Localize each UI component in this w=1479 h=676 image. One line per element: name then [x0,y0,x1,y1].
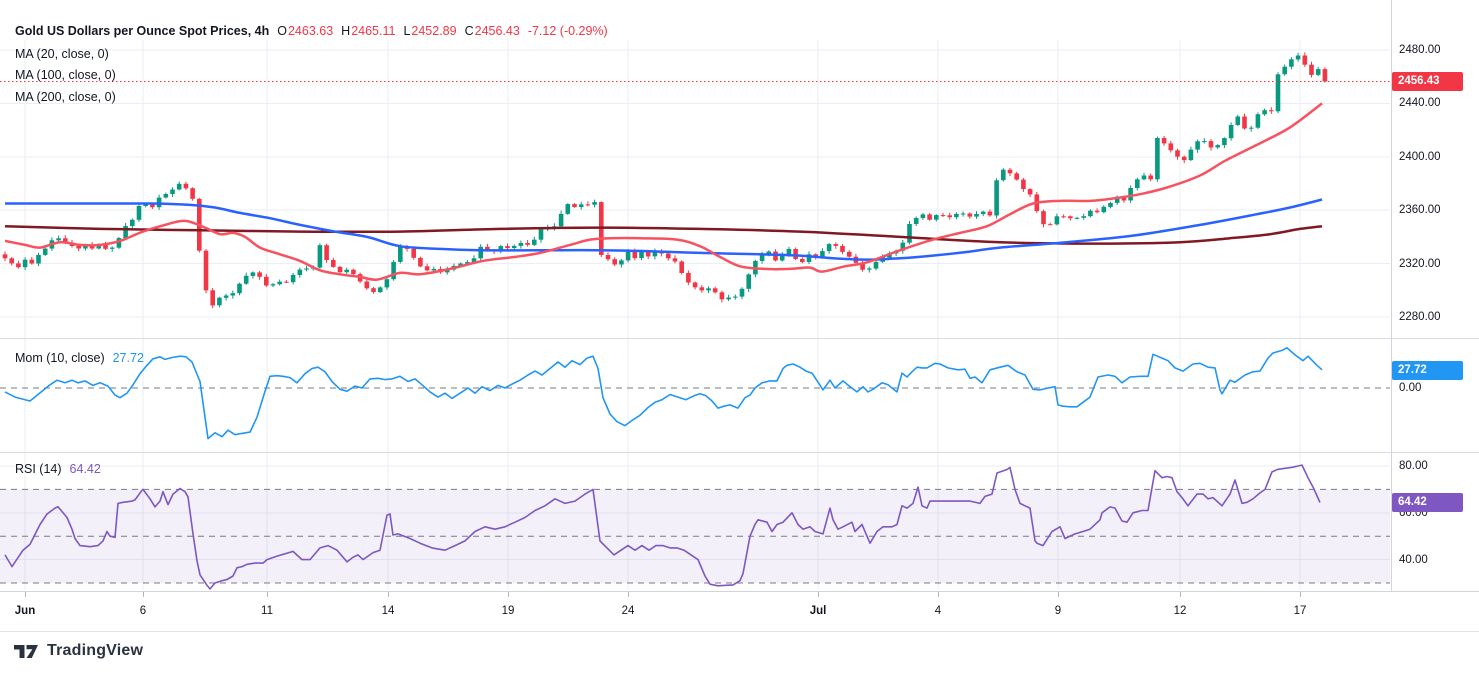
time-tick-label: 17 [1294,605,1307,617]
panel-separator-rsi[interactable] [0,452,1479,453]
price-tick-label: 2320.00 [1399,257,1441,271]
price-tick-label: 2400.00 [1399,150,1441,164]
panel-separator-momentum[interactable] [0,338,1479,339]
time-tick-mark [388,592,389,597]
momentum-tick-label: 0.00 [1399,381,1421,395]
tradingview-attribution[interactable]: TradingView [13,642,143,660]
ohlc-close: C2456.43 [465,24,520,38]
time-tick-mark [628,592,629,597]
symbol-title: Gold US Dollars per Ounce Spot Prices, 4… [15,24,269,38]
ohlc-high: H2465.11 [341,24,395,38]
ohlc-low: L2452.89 [403,24,456,38]
time-tick-mark [1180,592,1181,597]
symbol-legend[interactable]: Gold US Dollars per Ounce Spot Prices, 4… [15,24,608,38]
rsi-legend[interactable]: RSI (14) 64.42 [15,462,101,476]
time-tick-mark [1300,592,1301,597]
time-tick-mark [143,592,144,597]
price-tick-label: 2360.00 [1399,203,1441,217]
time-tick-mark [938,592,939,597]
ohlc-open: O2463.63 [277,24,333,38]
time-tick-mark [818,592,819,597]
momentum-legend[interactable]: Mom (10, close) 27.72 [15,351,144,365]
price-tick-label: 2440.00 [1399,96,1441,110]
time-tick-label: 19 [502,605,515,617]
rsi-tick-label: 40.00 [1399,553,1428,567]
momentum-label: Mom (10, close) [15,351,105,365]
last-price-badge: 2456.43 [1392,72,1463,91]
time-tick-mark [25,592,26,597]
price-tick-label: 2280.00 [1399,310,1441,324]
time-tick-label: 6 [140,605,146,617]
rsi-label: RSI (14) [15,462,62,476]
time-tick-label: 12 [1174,605,1187,617]
price-axis[interactable]: 2480.00 2440.00 2400.00 2360.00 2320.00 2280.… [1391,0,1479,630]
ma200-legend[interactable]: MA (200, close, 0) [15,90,116,104]
rsi-value: 64.42 [70,462,101,476]
momentum-value: 27.72 [113,351,144,365]
chart-window: Gold US Dollars per Ounce Spot Prices, 4… [0,0,1479,676]
time-tick-label: Jul [810,605,827,617]
rsi-value-badge: 64.42 [1392,493,1463,512]
ma100-legend[interactable]: MA (100, close, 0) [15,68,116,82]
time-tick-mark [508,592,509,597]
ma20-legend[interactable]: MA (20, close, 0) [15,47,109,61]
tradingview-wordmark: TradingView [47,642,143,660]
price-tick-label: 2480.00 [1399,43,1441,57]
time-tick-label: 4 [935,605,941,617]
time-tick-mark [1058,592,1059,597]
price-change: -7.12 (-0.29%) [528,24,608,38]
rsi-tick-label: 80.00 [1399,459,1428,473]
momentum-value-badge: 27.72 [1392,361,1463,380]
time-axis[interactable]: Jun 6 11 14 19 24 Jul 4 9 12 17 [0,591,1479,632]
time-tick-label: 11 [261,605,273,617]
time-tick-label: 24 [622,605,635,617]
time-tick-mark [267,592,268,597]
time-tick-label: 14 [382,605,395,617]
time-tick-label: Jun [15,605,35,617]
time-tick-label: 9 [1055,605,1061,617]
tradingview-logo-icon [13,644,39,659]
